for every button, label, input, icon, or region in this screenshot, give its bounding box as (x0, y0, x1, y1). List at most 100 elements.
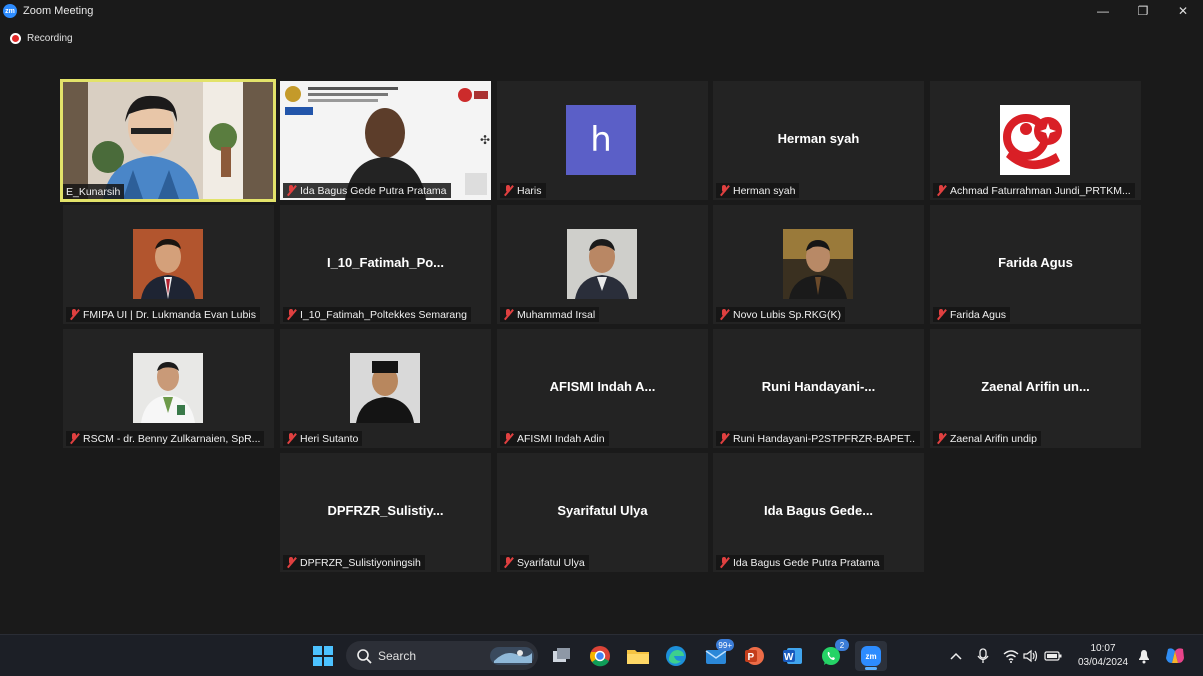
zoom-icon-label: zm (865, 651, 877, 661)
participant-tile[interactable]: Herman syah Herman syah (713, 81, 924, 200)
participant-tile[interactable]: Runi Handayani-... Runi Handayani-P2STPF… (713, 329, 924, 448)
muted-mic-icon (503, 309, 514, 320)
participant-nameplate: Runi Handayani-P2STPFRZR-BAPET... (716, 431, 920, 446)
participant-tile[interactable]: DPFRZR_Sulistiy... DPFRZR_Sulistiyonings… (280, 453, 491, 572)
copilot-button[interactable] (1161, 642, 1189, 670)
participant-tile[interactable]: RSCM - dr. Benny Zulkarnaien, SpR... (63, 329, 274, 448)
search-icon (357, 648, 372, 664)
whatsapp-button[interactable]: 2 (817, 639, 849, 670)
battery-tray-button[interactable] (1039, 642, 1067, 670)
participant-nameplate: I_10_Fatimah_Poltekkes Semarang (283, 307, 471, 322)
participant-nameplate: DPFRZR_Sulistiyoningsih (283, 555, 425, 570)
mail-badge: 99+ (716, 639, 734, 651)
participant-video (63, 82, 273, 199)
taskbar-search[interactable]: Search (346, 641, 538, 670)
participant-tile[interactable]: Novo Lubis Sp.RKG(K) (713, 205, 924, 324)
participant-tile[interactable]: E_Kunarsih (60, 79, 276, 202)
window-title: Zoom Meeting (23, 5, 94, 17)
task-view-icon (553, 648, 570, 662)
svg-text:✣: ✣ (480, 133, 490, 147)
participant-tile[interactable]: FMIPA UI | Dr. Lukmanda Evan Lubis (63, 205, 274, 324)
muted-mic-icon (719, 185, 730, 196)
muted-mic-icon (69, 433, 80, 444)
edge-button[interactable] (662, 642, 690, 670)
muted-mic-icon (286, 185, 297, 196)
participant-name: Runi Handayani-P2STPFRZR-BAPET... (733, 432, 916, 445)
muted-mic-icon (286, 433, 297, 444)
participant-name: RSCM - dr. Benny Zulkarnaien, SpR... (83, 432, 261, 445)
participant-nameplate: FMIPA UI | Dr. Lukmanda Evan Lubis (66, 307, 260, 322)
participant-name: Achmad Faturrahman Jundi_PRTKM... (950, 184, 1131, 197)
participant-tile[interactable]: Heri Sutanto (280, 329, 491, 448)
participant-tile[interactable]: AFISMI Indah A... AFISMI Indah Adin (497, 329, 708, 448)
task-view-button[interactable] (547, 642, 575, 670)
svg-text:W: W (784, 652, 794, 663)
participant-name: Syarifatul Ulya (517, 556, 585, 569)
file-explorer-button[interactable] (624, 642, 652, 670)
bell-icon (1139, 650, 1149, 664)
search-highlight-icon (490, 646, 534, 665)
participant-name: FMIPA UI | Dr. Lukmanda Evan Lubis (83, 308, 256, 321)
participant-tile[interactable]: Ida Bagus Gede... Ida Bagus Gede Putra P… (713, 453, 924, 572)
minimize-button[interactable]: — (1083, 0, 1123, 22)
edge-icon (666, 646, 686, 666)
participant-display-name: Zaenal Arifin un... (981, 379, 1090, 394)
close-button[interactable]: ✕ (1163, 0, 1203, 22)
mail-button[interactable]: 99+ (702, 639, 734, 670)
participant-name: Haris (517, 184, 542, 197)
clock-time[interactable]: 10:07 (1069, 643, 1137, 654)
participant-display-name: Syarifatul Ulya (557, 503, 648, 518)
zoom-taskbar-button[interactable]: zm (855, 641, 887, 671)
participant-display-name: Ida Bagus Gede... (763, 503, 874, 518)
microphone-icon (977, 648, 989, 663)
participant-name: AFISMI Indah Adin (517, 432, 605, 445)
show-hidden-icons-button[interactable] (942, 642, 970, 670)
participant-display-name: Farida Agus (998, 255, 1073, 270)
muted-mic-icon (936, 433, 947, 444)
participant-name: I_10_Fatimah_Poltekkes Semarang (300, 308, 467, 321)
powerpoint-button[interactable]: P (740, 642, 768, 670)
participant-tile[interactable]: I_10_Fatimah_Po... I_10_Fatimah_Poltekke… (280, 205, 491, 324)
participant-nameplate: Haris (500, 183, 546, 198)
participant-display-name: Runi Handayani-... (761, 379, 876, 394)
participant-photo (567, 229, 637, 299)
participant-name: Herman syah (733, 184, 796, 197)
recording-indicator[interactable]: Recording (10, 31, 73, 45)
participant-nameplate: Heri Sutanto (283, 431, 363, 446)
clock-date[interactable]: 03/04/2024 (1069, 657, 1137, 668)
windows-taskbar: Search 99+ P W 2 zm 10:07 03/04/2024 (0, 634, 1203, 676)
participant-logo (1000, 105, 1070, 175)
participant-nameplate: Achmad Faturrahman Jundi_PRTKM... (933, 183, 1135, 198)
muted-mic-icon (69, 309, 80, 320)
title-bar: zm Zoom Meeting — ❐ ✕ (0, 0, 1203, 22)
participant-tile[interactable]: Muhammad Irsal (497, 205, 708, 324)
svg-text:P: P (748, 652, 755, 663)
participant-nameplate: Ida Bagus Gede Putra Pratama (716, 555, 884, 570)
recording-label: Recording (27, 32, 73, 44)
muted-mic-icon (503, 433, 514, 444)
participant-tile[interactable]: Achmad Faturrahman Jundi_PRTKM... (930, 81, 1141, 200)
participant-photo (783, 229, 853, 299)
chrome-button[interactable] (586, 642, 614, 670)
participant-tile[interactable]: Syarifatul Ulya Syarifatul Ulya (497, 453, 708, 572)
notifications-button[interactable] (1130, 642, 1158, 670)
participant-avatar: h (566, 105, 636, 175)
participant-nameplate: E_Kunarsih (63, 184, 125, 199)
muted-mic-icon (286, 557, 297, 568)
battery-icon (1044, 651, 1062, 661)
participant-tile[interactable]: Zaenal Arifin un... Zaenal Arifin undip (930, 329, 1141, 448)
start-button[interactable] (309, 642, 337, 670)
word-button[interactable]: W (778, 642, 806, 670)
powerpoint-icon: P (745, 647, 764, 665)
participant-photo (350, 353, 420, 423)
participant-nameplate: AFISMI Indah Adin (500, 431, 609, 446)
word-icon: W (783, 648, 802, 664)
participant-tile[interactable]: h Haris (497, 81, 708, 200)
participant-tile[interactable]: Farida Agus Farida Agus (930, 205, 1141, 324)
restore-button[interactable]: ❐ (1123, 0, 1163, 22)
microphone-tray-button[interactable] (969, 642, 997, 670)
participant-photo (133, 353, 203, 423)
participant-name: E_Kunarsih (66, 185, 121, 198)
chrome-icon (590, 646, 610, 667)
participant-tile[interactable]: ✣ Ida Bagus Gede Putra Pratama (280, 81, 491, 200)
